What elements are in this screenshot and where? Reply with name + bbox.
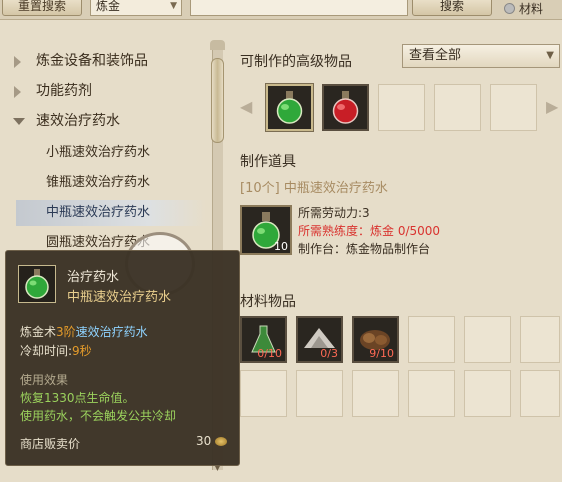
collapse-arrow-icon[interactable]	[13, 118, 25, 125]
material-count: 0/3	[320, 347, 338, 360]
skill-level: 3阶	[56, 325, 76, 339]
tooltip-price-label: 商店贩卖价	[20, 437, 81, 451]
material-count: 9/10	[369, 347, 394, 360]
cooldown-label: 冷却时间:	[20, 344, 73, 358]
scrollbar-cap	[210, 40, 225, 50]
view-filter-select[interactable]: 查看全部 ▼	[402, 44, 560, 68]
tooltip-item-icon	[18, 265, 56, 303]
empty-slot	[352, 370, 399, 417]
tree-category-label: 炼金设备和装饰品	[36, 53, 148, 69]
tree-category-functional-potions[interactable]: 功能药剂	[4, 78, 209, 104]
material-toggle[interactable]: 材料	[504, 0, 543, 17]
expand-arrow-icon[interactable]	[14, 86, 21, 98]
empty-slot	[464, 370, 511, 417]
chevron-down-icon: ▼	[170, 1, 177, 11]
skill-prefix: 炼金术	[20, 325, 57, 339]
recipe-title: [10个] 中瓶速效治疗药水	[240, 181, 388, 196]
result-slot[interactable]	[266, 84, 313, 131]
cooldown-value: 9秒	[72, 344, 92, 358]
material-slot[interactable]: 9/10	[352, 316, 399, 363]
search-input[interactable]	[190, 0, 408, 16]
tooltip-item-name: 治疗药水	[67, 270, 120, 285]
tooltip-item-subname: 中瓶速效治疗药水	[67, 290, 172, 305]
materials-section-title: 材料物品	[240, 294, 296, 310]
tooltip-effect-label: 使用效果	[20, 373, 69, 387]
category-select[interactable]: 炼金 ▼	[90, 0, 182, 16]
red-potion-icon	[332, 91, 359, 124]
prev-page-icon[interactable]: ◀	[240, 97, 252, 116]
tree-item-small-potion[interactable]: 小瓶速效治疗药水	[16, 140, 206, 166]
category-select-value: 炼金	[96, 0, 121, 13]
material-slot[interactable]: 0/3	[296, 316, 343, 363]
price-value: 30	[196, 434, 212, 448]
tree-item-medium-potion[interactable]: 中瓶速效治疗药水	[16, 200, 206, 226]
empty-slot	[378, 84, 425, 131]
empty-slot	[520, 316, 560, 363]
workbench-requirement: 制作台：炼金物品制作台	[298, 242, 431, 256]
labor-cost: 所需劳动力:3	[298, 206, 370, 220]
expand-arrow-icon[interactable]	[14, 56, 21, 68]
craftable-items-title: 可制作的高级物品	[240, 54, 352, 70]
scrollbar-thumb[interactable]	[211, 58, 224, 143]
tooltip-skill-line: 炼金术3阶速效治疗药水	[20, 323, 148, 340]
view-filter-value: 查看全部	[409, 48, 462, 63]
proficiency-requirement: 所需熟练度：炼金 0/5000	[298, 224, 441, 238]
item-tooltip: 治疗药水 中瓶速效治疗药水 炼金术3阶速效治疗药水 冷却时间:9秒 使用效果 恢…	[5, 250, 240, 466]
tooltip-price: 30	[196, 434, 228, 448]
tool-section-title: 制作道具	[240, 154, 296, 170]
top-search-bar: 重置搜索 炼金 ▼ 搜索 材料	[0, 0, 562, 20]
result-slot[interactable]	[322, 84, 369, 131]
reset-search-button[interactable]: 重置搜索	[2, 0, 82, 16]
recipe-item-count: 10	[274, 240, 288, 253]
empty-slot	[240, 370, 287, 417]
skill-name: 速效治疗药水	[75, 325, 148, 339]
empty-slot	[434, 84, 481, 131]
recipe-item-slot[interactable]: 10	[240, 205, 292, 255]
green-potion-icon	[25, 269, 49, 299]
empty-slot	[408, 370, 455, 417]
tooltip-cooldown-line: 冷却时间:9秒	[20, 342, 92, 359]
next-page-icon[interactable]: ▶	[546, 97, 558, 116]
tree-category-quick-healing[interactable]: 速效治疗药水	[4, 108, 209, 134]
search-button[interactable]: 搜索	[412, 0, 492, 16]
material-toggle-label: 材料	[519, 2, 544, 16]
tooltip-effect-heal: 恢复1330点生命值。	[20, 391, 135, 405]
tree-category-alchemy-equipment[interactable]: 炼金设备和装饰品	[4, 48, 209, 74]
empty-slot	[464, 316, 511, 363]
tree-category-label: 速效治疗药水	[36, 113, 120, 129]
empty-slot	[296, 370, 343, 417]
empty-slot	[490, 84, 537, 131]
tooltip-effect-no-gcd: 使用药水，不会触发公共冷却	[20, 409, 177, 423]
material-slot[interactable]: 0/10	[240, 316, 287, 363]
tree-item-cone-potion[interactable]: 锥瓶速效治疗药水	[16, 170, 206, 196]
material-count: 0/10	[257, 347, 282, 360]
empty-slot	[520, 370, 560, 417]
tree-category-label: 功能药剂	[36, 83, 92, 99]
coin-icon	[215, 436, 228, 446]
chevron-down-icon: ▼	[546, 50, 554, 61]
green-potion-icon	[276, 91, 303, 124]
radio-icon[interactable]	[504, 3, 515, 14]
empty-slot	[408, 316, 455, 363]
